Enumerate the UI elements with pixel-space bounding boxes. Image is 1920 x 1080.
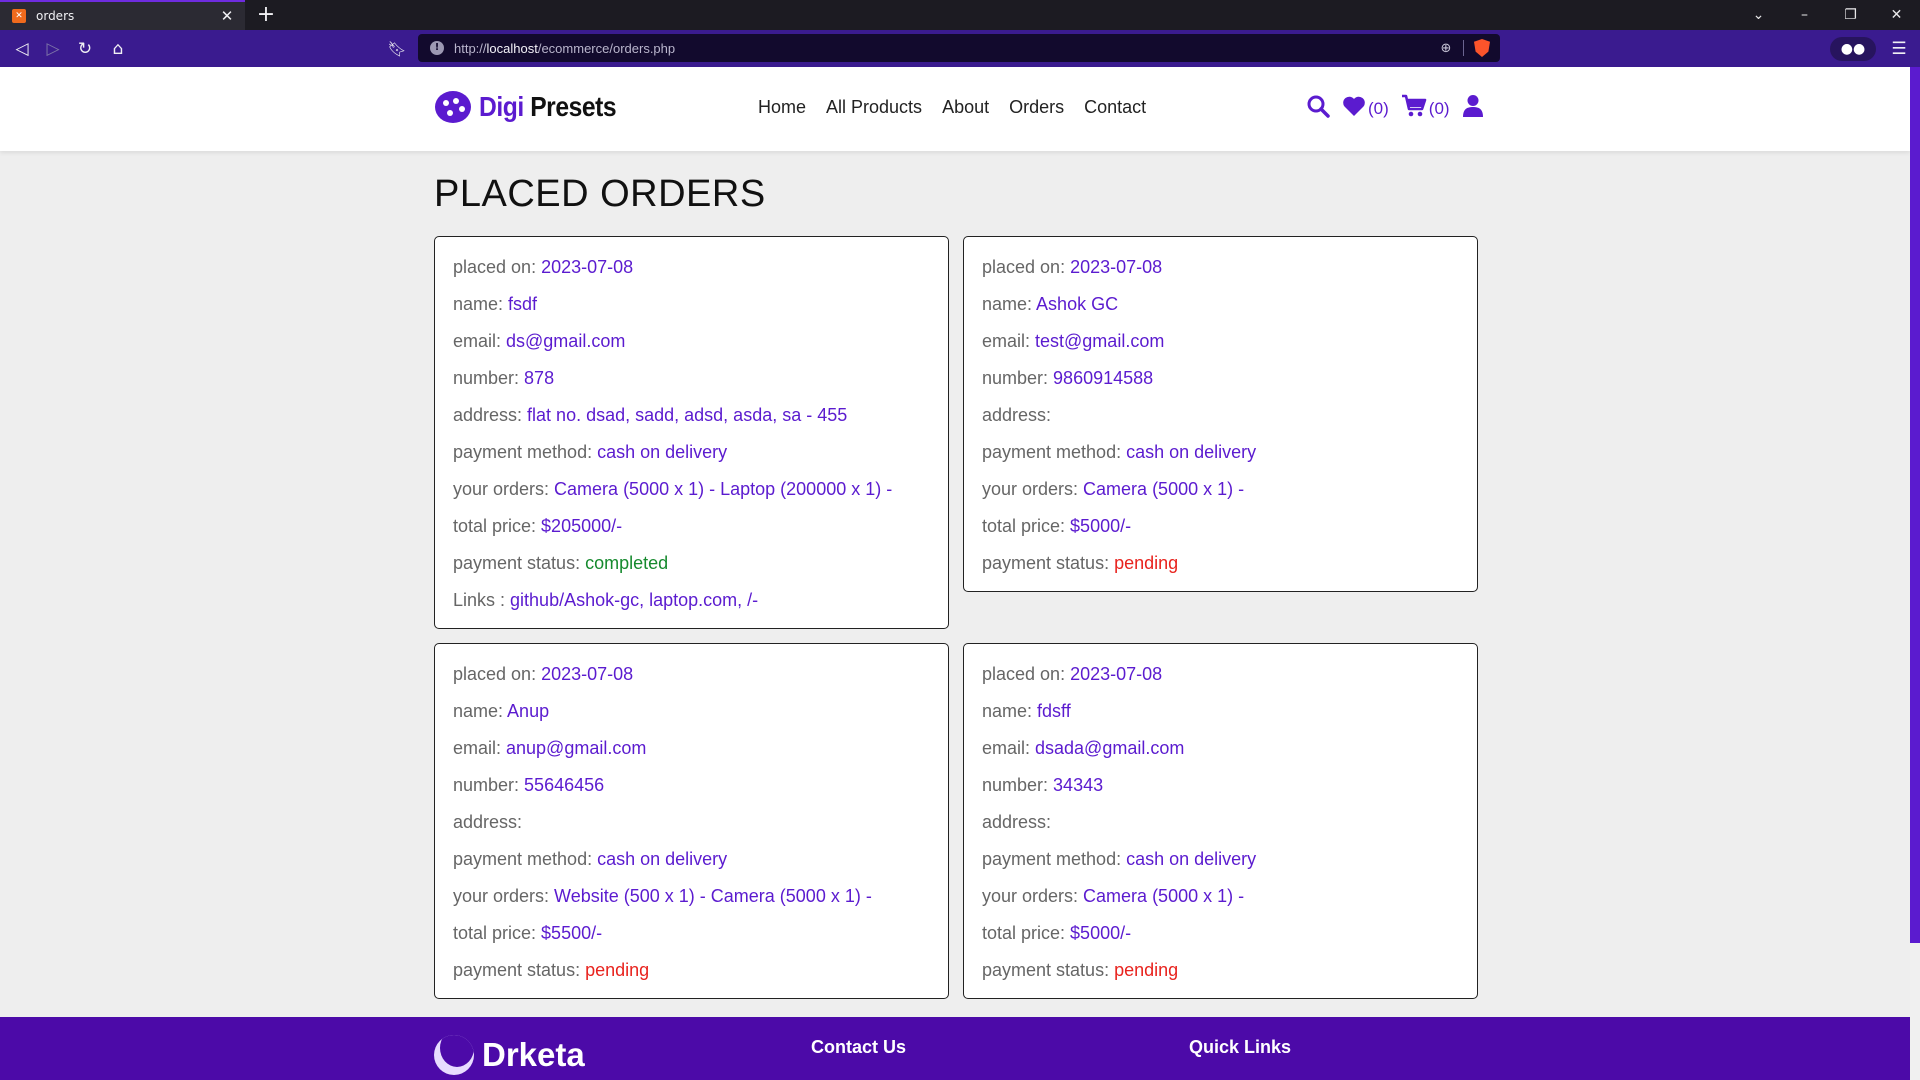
order-number: number: 878 bbox=[453, 368, 555, 388]
scrollbar-thumb[interactable] bbox=[1910, 67, 1920, 943]
order-total-price: total price: $205000/- bbox=[453, 516, 623, 536]
tab-title: orders bbox=[36, 9, 75, 23]
order-address: address: bbox=[982, 812, 1052, 832]
tab-close-icon[interactable]: ✕ bbox=[215, 7, 239, 25]
status-badge: completed bbox=[585, 553, 669, 573]
site-info-icon[interactable]: ! bbox=[430, 41, 444, 55]
restore-icon[interactable]: ❐ bbox=[1828, 0, 1873, 30]
footer-logo[interactable]: Drketa bbox=[434, 1035, 585, 1075]
logo-text: Digi Presets bbox=[479, 91, 617, 122]
app-menu-icon[interactable]: ☰ bbox=[1886, 36, 1912, 62]
order-placed-on: placed on: 2023-07-08 bbox=[453, 257, 634, 277]
wishlist-count[interactable]: (0) bbox=[1368, 99, 1389, 119]
order-email: email: test@gmail.com bbox=[982, 331, 1165, 351]
site-header: Digi Presets Home All Products About Ord… bbox=[0, 67, 1910, 151]
order-items: your orders: Camera (5000 x 1) - Laptop … bbox=[453, 479, 893, 499]
order-total-price: total price: $5500/- bbox=[453, 923, 603, 943]
order-name: name: Ashok GC bbox=[982, 294, 1119, 314]
order-items: your orders: Camera (5000 x 1) - bbox=[982, 479, 1245, 499]
order-payment-status: payment status: completed bbox=[453, 553, 669, 573]
private-glasses-icon[interactable]: ●● bbox=[1830, 37, 1876, 61]
order-number: number: 34343 bbox=[982, 775, 1104, 795]
forward-icon[interactable]: ▷ bbox=[40, 36, 66, 62]
browser-toolbar: ◁ ▷ ↻ ⌂ 🔖︎ ! http://localhost/ecommerce/… bbox=[0, 30, 1920, 67]
brave-shield-icon[interactable] bbox=[1474, 39, 1490, 57]
cart-icon[interactable] bbox=[1401, 94, 1427, 124]
order-name: name: Anup bbox=[453, 701, 550, 721]
order-payment-status: payment status: pending bbox=[982, 960, 1179, 980]
header-actions: (0) (0) bbox=[1306, 94, 1484, 124]
zoom-icon[interactable]: ⊕ bbox=[1435, 41, 1457, 56]
order-address: address: bbox=[453, 812, 523, 832]
order-items: your orders: Camera (5000 x 1) - bbox=[982, 886, 1245, 906]
nav-home[interactable]: Home bbox=[758, 97, 806, 118]
order-card: placed on: 2023-07-08 name: fsdf email: … bbox=[434, 236, 949, 629]
address-bar[interactable]: ! http://localhost/ecommerce/orders.php … bbox=[418, 34, 1500, 62]
order-name: name: fdsff bbox=[982, 701, 1071, 721]
browser-tab[interactable]: ✕ orders ✕ bbox=[0, 0, 245, 30]
order-address: address: flat no. dsad, sadd, adsd, asda… bbox=[453, 405, 848, 425]
search-icon[interactable] bbox=[1306, 94, 1330, 124]
page-scrollbar[interactable] bbox=[1910, 67, 1920, 1080]
footer-quick-links-heading: Quick Links bbox=[1189, 1037, 1292, 1057]
order-placed-on: placed on: 2023-07-08 bbox=[453, 664, 634, 684]
palette-logo-icon bbox=[435, 91, 471, 123]
order-card: placed on: 2023-07-08 name: fdsff email:… bbox=[963, 643, 1478, 999]
site-logo[interactable]: Digi Presets bbox=[435, 87, 635, 127]
window-close-icon[interactable]: ✕ bbox=[1874, 0, 1919, 30]
order-email: email: ds@gmail.com bbox=[453, 331, 626, 351]
order-payment-method: payment method: cash on delivery bbox=[453, 849, 728, 869]
main-nav: Home All Products About Orders Contact bbox=[758, 97, 1146, 118]
nav-about[interactable]: About bbox=[942, 97, 989, 118]
status-badge: pending bbox=[1114, 553, 1179, 573]
nav-contact[interactable]: Contact bbox=[1084, 97, 1146, 118]
site-footer: Drketa Contact Us Quick Links bbox=[0, 1017, 1910, 1080]
browser-tab-bar: ✕ orders ✕ + ⌄ – ❐ ✕ bbox=[0, 0, 1920, 30]
order-payment-status: payment status: pending bbox=[453, 960, 650, 980]
order-payment-method: payment method: cash on delivery bbox=[982, 849, 1257, 869]
order-number: number: 9860914588 bbox=[982, 368, 1154, 388]
order-card: placed on: 2023-07-08 name: Anup email: … bbox=[434, 643, 949, 999]
footer-contact-heading: Contact Us bbox=[811, 1037, 907, 1057]
page-viewport: Digi Presets Home All Products About Ord… bbox=[0, 67, 1920, 1080]
order-links: Links : github/Ashok-gc, laptop.com, /- bbox=[453, 590, 759, 610]
order-payment-status: payment status: pending bbox=[982, 553, 1179, 573]
order-email: email: dsada@gmail.com bbox=[982, 738, 1185, 758]
user-icon[interactable] bbox=[1462, 94, 1484, 124]
order-card: placed on: 2023-07-08 name: Ashok GC ema… bbox=[963, 236, 1478, 592]
reload-icon[interactable]: ↻ bbox=[72, 36, 98, 62]
url-text[interactable]: http://localhost/ecommerce/orders.php bbox=[454, 41, 1435, 56]
xampp-favicon-icon: ✕ bbox=[12, 9, 26, 23]
heart-icon[interactable] bbox=[1342, 95, 1366, 123]
order-address: address: bbox=[982, 405, 1052, 425]
order-number: number: 55646456 bbox=[453, 775, 605, 795]
bookmark-icon[interactable]: 🔖︎ bbox=[384, 36, 410, 62]
url-divider bbox=[1463, 40, 1464, 56]
home-icon[interactable]: ⌂ bbox=[105, 36, 131, 62]
order-items: your orders: Website (500 x 1) - Camera … bbox=[453, 886, 872, 906]
order-email: email: anup@gmail.com bbox=[453, 738, 647, 758]
back-icon[interactable]: ◁ bbox=[9, 36, 35, 62]
status-badge: pending bbox=[1114, 960, 1179, 980]
status-badge: pending bbox=[585, 960, 650, 980]
page-title: PLACED ORDERS bbox=[434, 173, 766, 215]
crescent-logo-icon bbox=[434, 1035, 474, 1075]
nav-orders[interactable]: Orders bbox=[1009, 97, 1064, 118]
order-total-price: total price: $5000/- bbox=[982, 923, 1132, 943]
cart-count[interactable]: (0) bbox=[1429, 99, 1450, 119]
order-placed-on: placed on: 2023-07-08 bbox=[982, 664, 1163, 684]
footer-brand: Drketa bbox=[482, 1036, 585, 1073]
order-payment-method: payment method: cash on delivery bbox=[982, 442, 1257, 462]
order-name: name: fsdf bbox=[453, 294, 538, 314]
minimize-icon[interactable]: – bbox=[1782, 0, 1827, 30]
new-tab-icon[interactable]: + bbox=[256, 2, 276, 28]
order-payment-method: payment method: cash on delivery bbox=[453, 442, 728, 462]
order-total-price: total price: $5000/- bbox=[982, 516, 1132, 536]
order-placed-on: placed on: 2023-07-08 bbox=[982, 257, 1163, 277]
nav-all-products[interactable]: All Products bbox=[826, 97, 922, 118]
tab-list-chevron-icon[interactable]: ⌄ bbox=[1736, 0, 1781, 30]
